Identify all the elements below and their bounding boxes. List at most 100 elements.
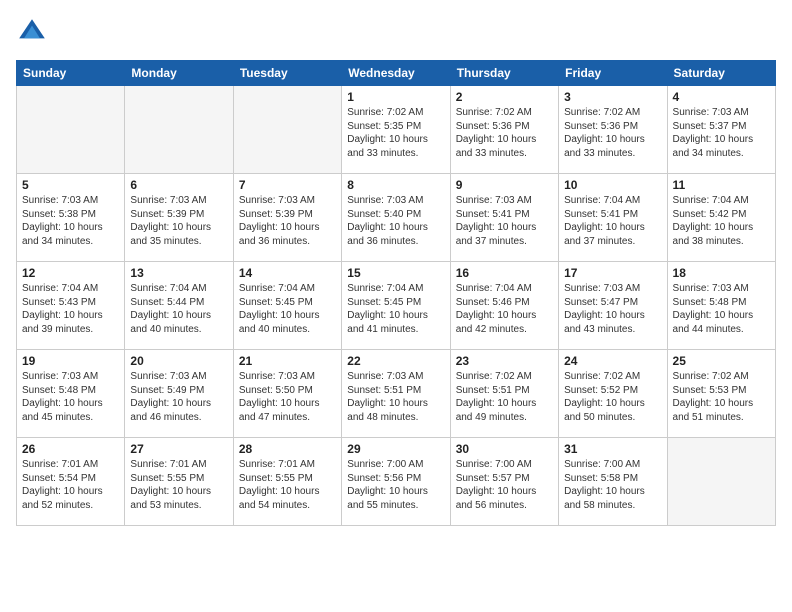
calendar-cell: 12 Sunrise: 7:04 AMSunset: 5:43 PMDayligh… <box>17 262 125 350</box>
cell-info: Sunrise: 7:03 AMSunset: 5:48 PMDaylight:… <box>22 370 119 424</box>
day-number: 16 <box>456 266 553 280</box>
calendar-cell: 4 Sunrise: 7:03 AMSunset: 5:37 PMDaylight… <box>667 86 775 174</box>
calendar-week-5: 26 Sunrise: 7:01 AMSunset: 5:54 PMDayligh… <box>17 438 776 526</box>
calendar-cell: 25Sunrise: 7:02 AMSunset: 5:53 PMDayligh… <box>667 350 775 438</box>
day-number: 12 <box>22 266 119 280</box>
cell-info: Sunrise: 7:03 AMSunset: 5:50 PMDaylight:… <box>239 370 336 424</box>
calendar-cell: 3 Sunrise: 7:02 AMSunset: 5:36 PMDaylight… <box>559 86 667 174</box>
cell-info: Sunrise: 7:04 AMSunset: 5:45 PMDaylight:… <box>239 282 336 336</box>
weekday-header-tuesday: Tuesday <box>233 61 341 86</box>
day-number: 5 <box>22 178 119 192</box>
weekday-header-sunday: Sunday <box>17 61 125 86</box>
cell-info: Sunrise: 7:03 AMSunset: 5:38 PMDaylight:… <box>22 194 119 248</box>
calendar-cell: 24Sunrise: 7:02 AMSunset: 5:52 PMDayligh… <box>559 350 667 438</box>
day-number: 9 <box>456 178 553 192</box>
cell-info: Sunrise: 7:03 AMSunset: 5:51 PMDaylight:… <box>347 370 444 424</box>
calendar-cell: 19 Sunrise: 7:03 AMSunset: 5:48 PMDayligh… <box>17 350 125 438</box>
day-number: 31 <box>564 442 661 456</box>
cell-info: Sunrise: 7:03 AMSunset: 5:39 PMDaylight:… <box>239 194 336 248</box>
day-number: 19 <box>22 354 119 368</box>
cell-info: Sunrise: 7:03 AMSunset: 5:48 PMDaylight:… <box>673 282 770 336</box>
calendar-cell: 22 Sunrise: 7:03 AMSunset: 5:51 PMDayligh… <box>342 350 450 438</box>
weekday-header-thursday: Thursday <box>450 61 558 86</box>
calendar-cell: 14 Sunrise: 7:04 AMSunset: 5:45 PMDayligh… <box>233 262 341 350</box>
cell-info: Sunrise: 7:03 AMSunset: 5:37 PMDaylight:… <box>673 106 770 160</box>
cell-info: Sunrise: 7:00 AMSunset: 5:56 PMDaylight:… <box>347 458 444 512</box>
day-number: 3 <box>564 90 661 104</box>
calendar-cell: 16 Sunrise: 7:04 AMSunset: 5:46 PMDayligh… <box>450 262 558 350</box>
day-number: 30 <box>456 442 553 456</box>
cell-info: Sunrise: 7:00 AMSunset: 5:58 PMDaylight:… <box>564 458 661 512</box>
header <box>16 16 776 48</box>
day-number: 21 <box>239 354 336 368</box>
cell-info: Sunrise: 7:03 AMSunset: 5:39 PMDaylight:… <box>130 194 227 248</box>
day-number: 11 <box>673 178 770 192</box>
weekday-header-saturday: Saturday <box>667 61 775 86</box>
cell-info: Sunrise: 7:00 AMSunset: 5:57 PMDaylight:… <box>456 458 553 512</box>
calendar-cell: 30 Sunrise: 7:00 AMSunset: 5:57 PMDayligh… <box>450 438 558 526</box>
day-number: 10 <box>564 178 661 192</box>
calendar-cell: 31 Sunrise: 7:00 AMSunset: 5:58 PMDayligh… <box>559 438 667 526</box>
day-number: 25 <box>673 354 770 368</box>
cell-info: Sunrise: 7:02 AMSunset: 5:52 PMDaylight:… <box>564 370 661 424</box>
day-number: 22 <box>347 354 444 368</box>
calendar-cell: 6 Sunrise: 7:03 AMSunset: 5:39 PMDaylight… <box>125 174 233 262</box>
calendar-cell: 15 Sunrise: 7:04 AMSunset: 5:45 PMDayligh… <box>342 262 450 350</box>
logo <box>16 16 52 48</box>
cell-info: Sunrise: 7:04 AMSunset: 5:45 PMDaylight:… <box>347 282 444 336</box>
day-number: 23 <box>456 354 553 368</box>
cell-info: Sunrise: 7:02 AMSunset: 5:35 PMDaylight:… <box>347 106 444 160</box>
calendar-cell: 18 Sunrise: 7:03 AMSunset: 5:48 PMDayligh… <box>667 262 775 350</box>
day-number: 2 <box>456 90 553 104</box>
calendar-cell: 8 Sunrise: 7:03 AMSunset: 5:40 PMDaylight… <box>342 174 450 262</box>
weekday-header-wednesday: Wednesday <box>342 61 450 86</box>
calendar-cell <box>667 438 775 526</box>
cell-info: Sunrise: 7:04 AMSunset: 5:44 PMDaylight:… <box>130 282 227 336</box>
cell-info: Sunrise: 7:03 AMSunset: 5:47 PMDaylight:… <box>564 282 661 336</box>
calendar-week-3: 12 Sunrise: 7:04 AMSunset: 5:43 PMDayligh… <box>17 262 776 350</box>
weekday-header-row: SundayMondayTuesdayWednesdayThursdayFrid… <box>17 61 776 86</box>
day-number: 14 <box>239 266 336 280</box>
day-number: 27 <box>130 442 227 456</box>
cell-info: Sunrise: 7:01 AMSunset: 5:54 PMDaylight:… <box>22 458 119 512</box>
calendar-cell: 17 Sunrise: 7:03 AMSunset: 5:47 PMDayligh… <box>559 262 667 350</box>
calendar-week-4: 19 Sunrise: 7:03 AMSunset: 5:48 PMDayligh… <box>17 350 776 438</box>
calendar-cell: 5 Sunrise: 7:03 AMSunset: 5:38 PMDaylight… <box>17 174 125 262</box>
day-number: 7 <box>239 178 336 192</box>
day-number: 4 <box>673 90 770 104</box>
day-number: 6 <box>130 178 227 192</box>
logo-icon <box>16 16 48 48</box>
calendar-cell: 9 Sunrise: 7:03 AMSunset: 5:41 PMDaylight… <box>450 174 558 262</box>
day-number: 29 <box>347 442 444 456</box>
calendar-cell: 20Sunrise: 7:03 AMSunset: 5:49 PMDayligh… <box>125 350 233 438</box>
day-number: 18 <box>673 266 770 280</box>
cell-info: Sunrise: 7:02 AMSunset: 5:36 PMDaylight:… <box>564 106 661 160</box>
cell-info: Sunrise: 7:03 AMSunset: 5:41 PMDaylight:… <box>456 194 553 248</box>
cell-info: Sunrise: 7:02 AMSunset: 5:51 PMDaylight:… <box>456 370 553 424</box>
calendar-cell: 29 Sunrise: 7:00 AMSunset: 5:56 PMDayligh… <box>342 438 450 526</box>
calendar-cell: 27 Sunrise: 7:01 AMSunset: 5:55 PMDayligh… <box>125 438 233 526</box>
cell-info: Sunrise: 7:02 AMSunset: 5:36 PMDaylight:… <box>456 106 553 160</box>
cell-info: Sunrise: 7:03 AMSunset: 5:40 PMDaylight:… <box>347 194 444 248</box>
calendar-cell <box>17 86 125 174</box>
calendar-table: SundayMondayTuesdayWednesdayThursdayFrid… <box>16 60 776 526</box>
calendar-cell: 10Sunrise: 7:04 AMSunset: 5:41 PMDayligh… <box>559 174 667 262</box>
cell-info: Sunrise: 7:01 AMSunset: 5:55 PMDaylight:… <box>130 458 227 512</box>
calendar-cell: 2 Sunrise: 7:02 AMSunset: 5:36 PMDaylight… <box>450 86 558 174</box>
calendar-cell: 26 Sunrise: 7:01 AMSunset: 5:54 PMDayligh… <box>17 438 125 526</box>
calendar-cell: 21 Sunrise: 7:03 AMSunset: 5:50 PMDayligh… <box>233 350 341 438</box>
day-number: 26 <box>22 442 119 456</box>
calendar-week-1: 1 Sunrise: 7:02 AMSunset: 5:35 PMDaylight… <box>17 86 776 174</box>
cell-info: Sunrise: 7:04 AMSunset: 5:43 PMDaylight:… <box>22 282 119 336</box>
calendar-cell: 13 Sunrise: 7:04 AMSunset: 5:44 PMDayligh… <box>125 262 233 350</box>
cell-info: Sunrise: 7:03 AMSunset: 5:49 PMDaylight:… <box>130 370 227 424</box>
cell-info: Sunrise: 7:01 AMSunset: 5:55 PMDaylight:… <box>239 458 336 512</box>
weekday-header-friday: Friday <box>559 61 667 86</box>
day-number: 15 <box>347 266 444 280</box>
cell-info: Sunrise: 7:04 AMSunset: 5:46 PMDaylight:… <box>456 282 553 336</box>
day-number: 13 <box>130 266 227 280</box>
day-number: 8 <box>347 178 444 192</box>
day-number: 1 <box>347 90 444 104</box>
calendar-cell: 23 Sunrise: 7:02 AMSunset: 5:51 PMDayligh… <box>450 350 558 438</box>
day-number: 17 <box>564 266 661 280</box>
